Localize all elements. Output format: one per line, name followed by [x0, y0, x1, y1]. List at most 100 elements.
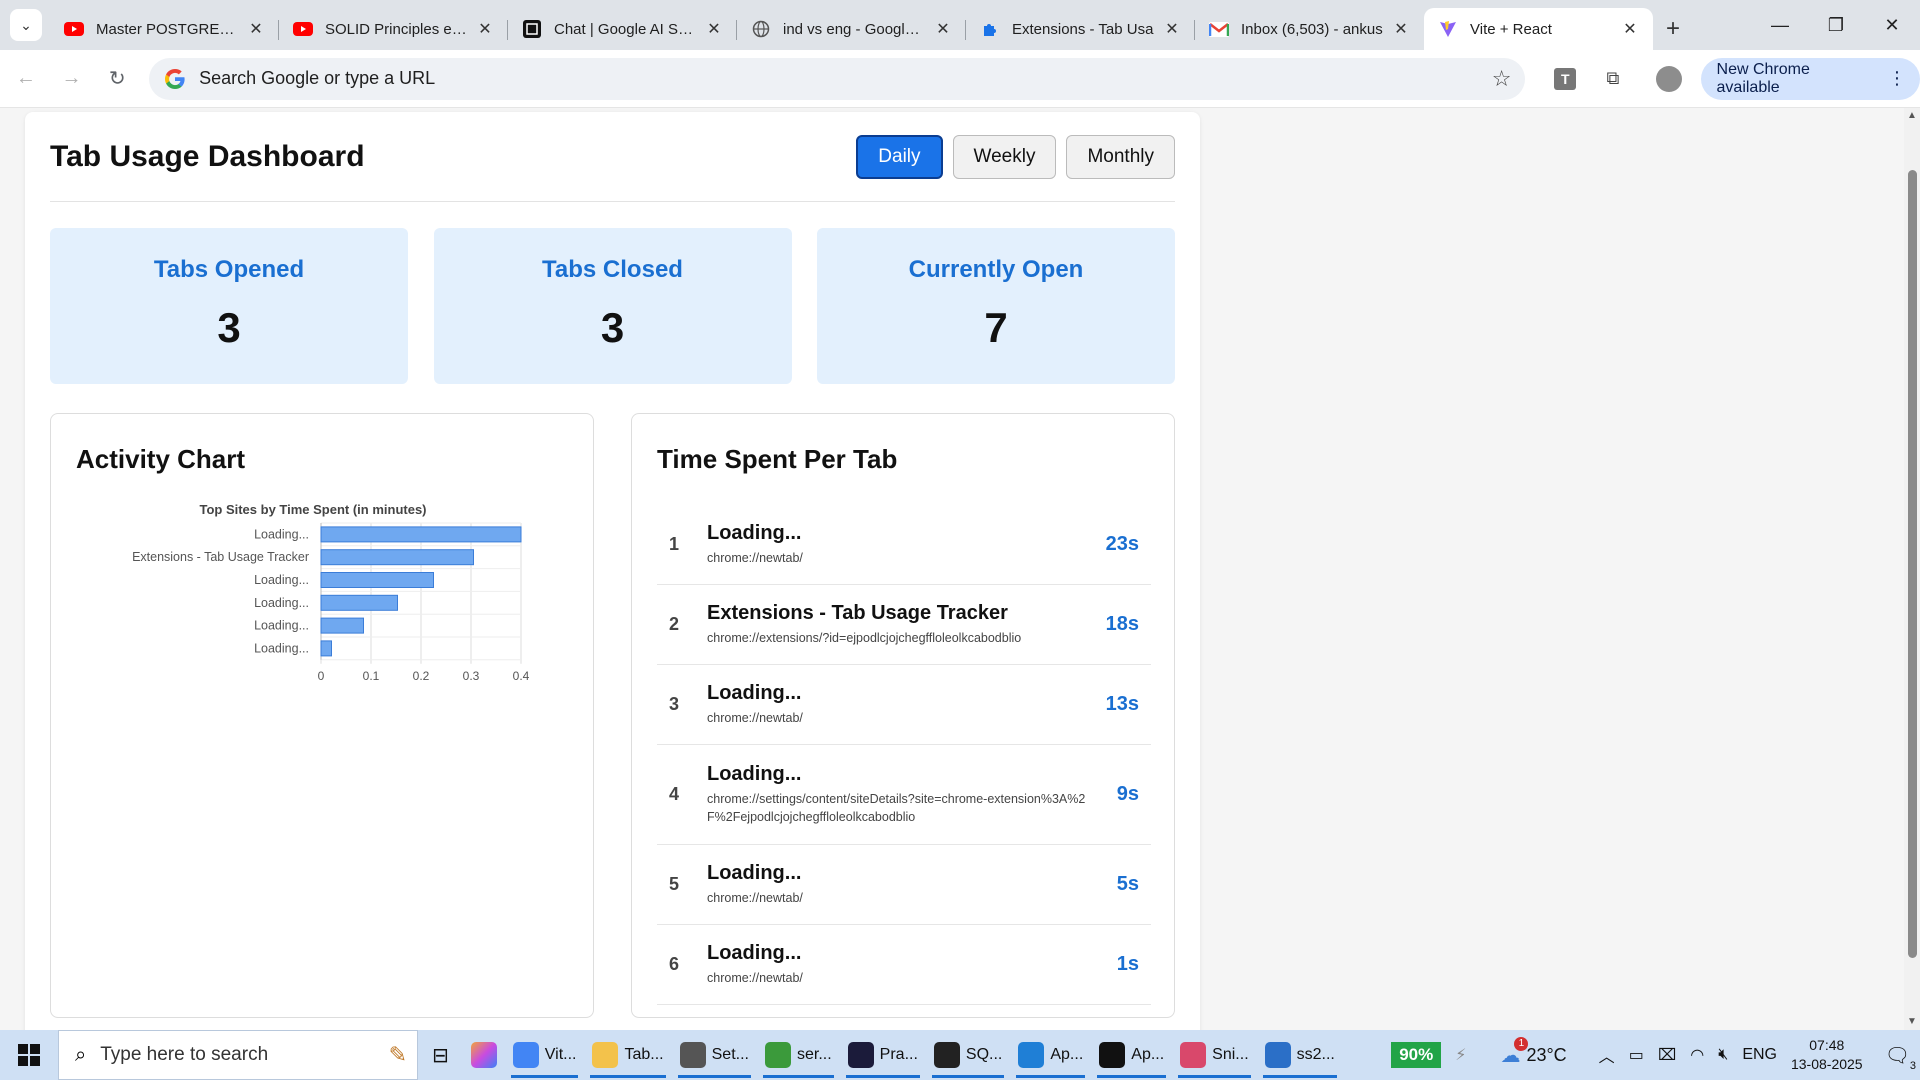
chevron-up-icon[interactable]: ︿ [1599, 1043, 1615, 1067]
reload-button[interactable]: ↻ [97, 59, 137, 99]
close-icon[interactable]: ✕ [934, 19, 952, 39]
close-icon[interactable]: ✕ [476, 19, 494, 39]
volume-muted-icon[interactable]: 🔇︎ [1718, 1046, 1728, 1064]
taskbar-app[interactable]: Pra... [840, 1030, 926, 1080]
tab-info: Loading... chrome://newtab/ [707, 522, 1091, 567]
tab-title: Extensions - Tab Usage Tracker [707, 601, 1008, 624]
profile-avatar[interactable] [1649, 59, 1689, 99]
scroll-down-icon[interactable]: ▼ [1904, 1014, 1920, 1030]
device-icon[interactable]: ⌧ [1658, 1045, 1676, 1065]
browser-tab[interactable]: Master POSTGRESQL ✕ [50, 8, 279, 50]
tab-title: SOLID Principles expl [325, 20, 468, 38]
x-tick-label: 0.1 [363, 669, 380, 683]
puzzle-icon [980, 20, 1000, 38]
time-spent-title: Time Spent Per Tab [657, 444, 898, 474]
back-button[interactable]: ← [6, 59, 46, 99]
clock-time: 07:48 [1809, 1037, 1845, 1054]
task-view-button[interactable]: ⊟ [418, 1030, 463, 1080]
restore-button[interactable]: ❐ [1808, 0, 1864, 50]
stat-label: Currently Open [908, 256, 1084, 283]
search-icon: ⌕ [75, 1043, 87, 1066]
new-tab-button[interactable]: + [1653, 8, 1693, 50]
close-icon[interactable]: ✕ [705, 19, 723, 39]
taskbar-app[interactable]: Vit... [505, 1030, 585, 1080]
taskbar-app[interactable]: SQ... [926, 1030, 1010, 1080]
page-scrollbar[interactable]: ▲ ▼ [1904, 108, 1920, 1030]
copilot-button[interactable] [463, 1030, 505, 1080]
close-icon[interactable]: ✕ [1163, 19, 1181, 39]
tab-title: Loading... [707, 521, 802, 544]
close-icon[interactable]: ✕ [1392, 19, 1410, 39]
monthly-button[interactable]: Monthly [1066, 134, 1175, 179]
tab-title: Loading... [707, 762, 802, 785]
x-tick-label: 0.3 [463, 669, 480, 683]
taskbar-app[interactable]: Sni... [1172, 1030, 1256, 1080]
youtube-icon [64, 20, 84, 38]
scroll-up-icon[interactable]: ▲ [1904, 108, 1920, 124]
tab-url: chrome://newtab/ [707, 890, 803, 905]
tab-title: Master POSTGRESQL [96, 20, 239, 38]
battery-indicator[interactable]: 90% [1391, 1042, 1442, 1068]
taskbar-app[interactable]: Ap... [1010, 1030, 1091, 1080]
close-icon[interactable]: ✕ [247, 19, 265, 39]
daily-button[interactable]: Daily [856, 134, 943, 179]
tab-title: Loading... [707, 681, 802, 704]
battery-icon[interactable]: ▭ [1629, 1045, 1644, 1065]
leaf-icon [764, 1042, 791, 1068]
browser-tab[interactable]: SOLID Principles expl ✕ [279, 8, 508, 50]
tab-title: Vite + React [1470, 20, 1552, 38]
taskbar-app-label: Ap... [1131, 1046, 1165, 1063]
browser-tab[interactable]: Inbox (6,503) - ankus ✕ [1195, 8, 1424, 50]
language-indicator[interactable]: ENG [1742, 1046, 1777, 1064]
weather-widget[interactable]: ☁ 1 23°C [1500, 1036, 1567, 1068]
taskbar-app[interactable]: ser... [757, 1030, 840, 1080]
taskbar-search[interactable]: ⌕ Type here to search ✎ [58, 1030, 418, 1080]
y-tick-label: Loading... [254, 596, 309, 610]
tab-title: Loading... [707, 941, 802, 964]
notifications-icon[interactable]: 🗨︎ 3 [1885, 1043, 1916, 1072]
address-bar[interactable]: Search Google or type a URL ☆ [149, 57, 1526, 100]
taskbar-app[interactable]: Tab... [584, 1030, 671, 1080]
stat-value: 3 [600, 304, 625, 351]
start-button[interactable] [0, 1030, 58, 1080]
minimize-button[interactable]: — [1752, 0, 1808, 50]
taskbar-app[interactable]: Set... [672, 1030, 757, 1080]
activity-chart-title: Activity Chart [76, 444, 246, 474]
weekly-button[interactable]: Weekly [952, 134, 1057, 179]
tab-search-button[interactable]: ⌄ [10, 9, 42, 41]
stats-row: Tabs Opened 3 Tabs Closed 3 Currently Op… [50, 228, 1175, 384]
menu-dots-icon[interactable]: ⋮ [1888, 68, 1906, 89]
tab-title: ind vs eng - Google S [783, 20, 926, 38]
close-window-button[interactable]: ✕ [1864, 0, 1920, 50]
windows-taskbar: ⌕ Type here to search ✎ ⊟ Vit... Tab... Se… [0, 1030, 1920, 1080]
wifi-icon[interactable]: ◠ [1690, 1045, 1704, 1065]
new-chrome-label: New Chrome available [1716, 60, 1810, 96]
globe-icon [751, 20, 771, 38]
extensions-puzzle-icon[interactable]: ⧉ [1593, 59, 1633, 99]
browser-toolbar: ← → ↻ Search Google or type a URL ☆ T ⧉ … [0, 50, 1920, 108]
stat-label: Tabs Closed [542, 256, 683, 283]
vite-icon [1438, 20, 1458, 38]
list-item: 3 Loading... chrome://newtab/13s [657, 665, 1151, 745]
rank-number: 5 [669, 874, 680, 894]
extension-t-icon[interactable]: T [1545, 59, 1585, 99]
clock[interactable]: 07:48 13-08-2025 [1791, 1036, 1863, 1074]
browser-tab[interactable]: ind vs eng - Google S ✕ [737, 8, 966, 50]
browser-tab[interactable]: Chat | Google AI Stud ✕ [508, 8, 737, 50]
browser-tab[interactable]: Extensions - Tab Usa ✕ [966, 8, 1195, 50]
youtube-icon [293, 20, 313, 38]
chevron-down-icon: ⌄ [20, 16, 32, 33]
close-icon[interactable]: ✕ [1621, 19, 1639, 39]
taskbar-app[interactable]: ss2... [1257, 1030, 1343, 1080]
stat-value: 7 [984, 304, 1008, 351]
bookmark-star-icon[interactable]: ☆ [1492, 66, 1512, 92]
browser-tab[interactable]: Vite + React ✕ [1424, 8, 1653, 50]
forward-button[interactable]: → [52, 59, 92, 99]
tab-title: Extensions - Tab Usa [1012, 20, 1154, 38]
tab-duration: 18s [1105, 613, 1139, 635]
scrollbar-thumb[interactable] [1908, 170, 1917, 958]
new-chrome-available-button[interactable]: New Chrome available ⋮ [1700, 57, 1920, 100]
taskbar-app[interactable]: Ap... [1091, 1030, 1172, 1080]
taskbar-app-label: ser... [796, 1046, 832, 1063]
time-spent-panel: Time Spent Per Tab 1 Loading... chrome://n… [631, 413, 1175, 1018]
